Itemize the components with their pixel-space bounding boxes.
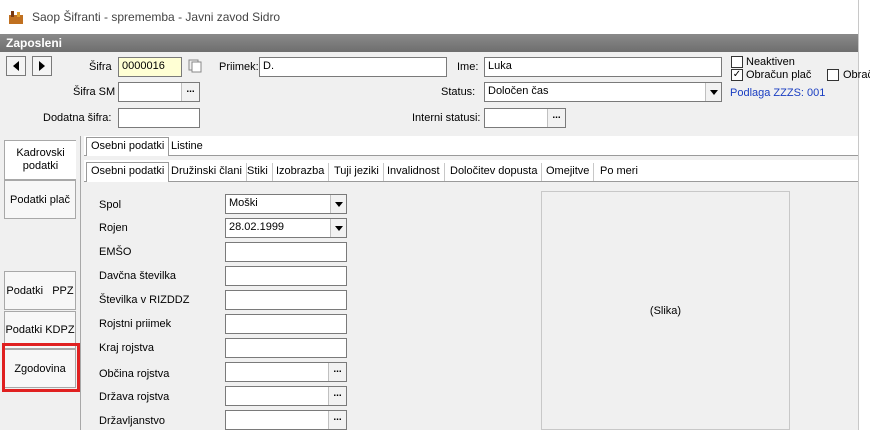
subtab-omejitve[interactable]: Omejitve — [542, 163, 595, 181]
subtab-dolocitev-dopusta[interactable]: Določitev dopusta — [446, 163, 543, 181]
davcna-label: Davčna številka — [99, 270, 177, 282]
section-title: Zaposleni — [6, 36, 63, 50]
kraj-rojstva-field[interactable] — [225, 338, 347, 358]
rojen-date-picker[interactable]: 28.02.1999 — [225, 218, 347, 238]
drzavljanstvo-field[interactable]: ... — [225, 410, 347, 430]
spol-label: Spol — [99, 199, 122, 211]
chevron-down-icon — [334, 225, 343, 231]
subtab-druzinski-clani[interactable]: Družinski člani — [167, 163, 247, 181]
rizddz-field[interactable] — [225, 290, 347, 310]
drzavljanstvo-label: Državljanstvo — [99, 415, 166, 427]
obcina-rojstva-field[interactable]: ... — [225, 362, 347, 382]
interni-status-field[interactable]: ... — [484, 108, 566, 128]
drzava-rojstva-field[interactable]: ... — [225, 386, 347, 406]
spol-select[interactable]: Moški — [225, 194, 347, 214]
sidebar-item-podatki-ppz[interactable]: Podatki PPZ — [4, 271, 76, 310]
sidebar-item-kadrovski-podatki[interactable]: Kadrovski podatki — [4, 140, 76, 180]
interni-status-browse-button[interactable]: ... — [547, 109, 565, 127]
rojstni-priimek-field[interactable] — [225, 314, 347, 334]
sidebar-item-label: podatki — [22, 160, 59, 172]
rojen-dropdown-button[interactable] — [330, 219, 346, 237]
sidebar-divider — [80, 136, 81, 430]
highlight-frame — [2, 343, 80, 392]
interni-status-label: Interni statusi: — [412, 112, 481, 124]
neaktiven-label: Neaktiven — [746, 56, 795, 68]
drzava-rojstva-label: Država rojstva — [99, 391, 170, 403]
next-record-button[interactable] — [32, 56, 52, 76]
prev-record-button[interactable] — [6, 56, 26, 76]
obcina-rojstva-browse-button[interactable]: ... — [328, 363, 346, 381]
tab-osebni-podatki[interactable]: Osebni podatki — [86, 137, 170, 156]
copy-icon[interactable] — [188, 59, 202, 73]
tab-listine[interactable]: Listine — [167, 138, 207, 156]
obrac-label: Obrač — [843, 69, 870, 81]
obracun-plac-checkbox[interactable]: ✓ — [731, 69, 743, 81]
neaktiven-checkbox[interactable] — [731, 56, 743, 68]
ime-label: Ime: — [457, 61, 479, 73]
spol-value: Moški — [229, 197, 258, 209]
spol-dropdown-button[interactable] — [330, 195, 346, 213]
rojstni-priimek-label: Rojstni priimek — [99, 318, 172, 330]
subtab-po-meri[interactable]: Po meri — [596, 163, 642, 181]
chevron-down-icon — [334, 201, 343, 207]
subtab-izobrazba[interactable]: Izobrazba — [272, 163, 330, 181]
podlaga-zzzs-link[interactable]: Podlaga ZZZS: 001 — [730, 87, 825, 99]
status-select[interactable]: Določen čas — [484, 82, 722, 102]
dodatna-sifra-label: Dodatna šifra: — [43, 112, 112, 124]
triangle-left-icon — [13, 61, 19, 71]
rojen-label: Rojen — [99, 222, 128, 234]
drzavljanstvo-browse-button[interactable]: ... — [328, 411, 346, 429]
kraj-rojstva-label: Kraj rojstva — [99, 342, 155, 354]
sidebar-item-label: Kadrovski — [16, 147, 65, 159]
status-label: Status: — [441, 86, 476, 98]
sifra-label: Šifra — [89, 61, 112, 73]
rojen-value: 28.02.1999 — [229, 221, 285, 233]
section-header — [0, 34, 858, 52]
photo-label: (Slika) — [649, 304, 682, 317]
app-icon — [9, 11, 23, 24]
status-dropdown-button[interactable] — [705, 83, 721, 101]
ime-field[interactable]: Luka — [484, 57, 722, 77]
subtab-invalidnost[interactable]: Invalidnost — [383, 163, 445, 181]
triangle-right-icon — [39, 61, 45, 71]
window-edge — [858, 0, 870, 430]
chevron-down-icon — [709, 89, 718, 95]
sifra-sm-label: Šifra SM — [73, 86, 116, 98]
emso-label: EMŠO — [99, 246, 132, 258]
subtab-stiki[interactable]: Stiki — [243, 163, 273, 181]
priimek-label: Priimek: — [219, 61, 259, 73]
window-title: Saop Šifranti - sprememba - Javni zavod … — [32, 10, 281, 24]
rizddz-label: Številka v RIZDDZ — [99, 294, 190, 306]
dodatna-sifra-field[interactable] — [118, 108, 200, 128]
davcna-field[interactable] — [225, 266, 347, 286]
obcina-rojstva-label: Občina rojstva — [99, 368, 170, 380]
obrac-checkbox[interactable] — [827, 69, 839, 81]
emso-field[interactable] — [225, 242, 347, 262]
sidebar-item-podatki-plac[interactable]: Podatki plač — [4, 180, 76, 219]
subtab-tuji-jeziki[interactable]: Tuji jeziki — [330, 163, 384, 181]
status-value: Določen čas — [488, 85, 549, 97]
sifra-sm-browse-button[interactable]: ... — [181, 83, 199, 101]
priimek-field[interactable]: D. — [259, 57, 447, 77]
sifra-sm-field[interactable]: ... — [118, 82, 200, 102]
photo-placeholder[interactable]: (Slika) — [541, 191, 790, 430]
subtab-osebni-podatki[interactable]: Osebni podatki — [86, 162, 170, 182]
obracun-plac-label: Obračun plač — [746, 69, 812, 81]
drzava-rojstva-browse-button[interactable]: ... — [328, 387, 346, 405]
sifra-field[interactable]: 0000016 — [118, 57, 182, 77]
